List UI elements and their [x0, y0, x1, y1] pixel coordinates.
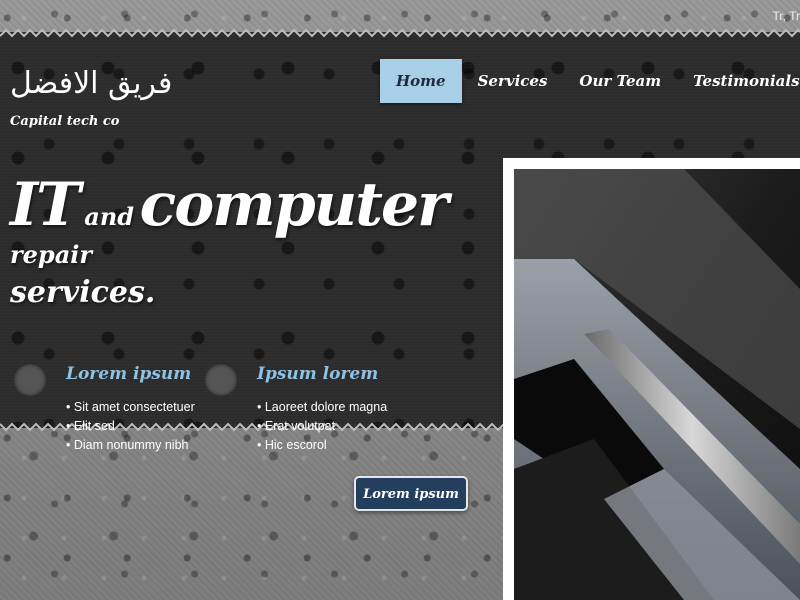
hero-word-services: services.: [10, 275, 156, 310]
hero-word-computer: computer: [139, 170, 449, 240]
list-item: Diam nonummy nibh: [66, 438, 195, 457]
main-nav: Home Services Our Team Testimonials: [380, 59, 800, 103]
top-bar: Tr, Tr: [0, 0, 800, 32]
feature-list: Laoreet dolore magna Erat volutpat Hic e…: [257, 400, 387, 457]
hero-word-and: and: [84, 202, 135, 231]
feature-title: Ipsum lorem: [257, 364, 379, 384]
list-item: Hic escorol: [257, 438, 387, 457]
list-item: Laoreet dolore magna: [257, 400, 387, 419]
feature-block-1: Lorem ipsum Sit amet consectetuer Elit s…: [14, 362, 214, 462]
feature-list: Sit amet consectetuer Elit sed Diam nonu…: [66, 400, 195, 457]
hero-word-it: IT: [10, 170, 81, 240]
site-title[interactable]: فريق الافضل: [10, 66, 172, 101]
site-tagline: Capital tech co: [10, 114, 120, 129]
hero-image: [514, 169, 800, 600]
feature-block-2: Ipsum lorem Laoreet dolore magna Erat vo…: [205, 362, 405, 462]
circle-icon: [14, 364, 46, 396]
nav-item-home[interactable]: Home: [380, 59, 462, 103]
list-item: Elit sed: [66, 419, 195, 438]
laptop-closeup-image: [514, 169, 800, 600]
nav-item-testimonials[interactable]: Testimonials: [677, 59, 800, 103]
list-item: Erat volutpat: [257, 419, 387, 438]
language-link[interactable]: Tr, Tr: [772, 9, 800, 23]
circle-icon: [205, 364, 237, 396]
feature-title: Lorem ipsum: [66, 364, 192, 384]
list-item: Sit amet consectetuer: [66, 400, 195, 419]
nav-item-our-team[interactable]: Our Team: [563, 59, 677, 103]
hero-word-repair: repair: [10, 240, 93, 269]
hero-heading: IT and computer repair services.: [10, 170, 490, 310]
cta-button[interactable]: Lorem ipsum: [354, 476, 468, 511]
nav-item-services[interactable]: Services: [462, 59, 564, 103]
